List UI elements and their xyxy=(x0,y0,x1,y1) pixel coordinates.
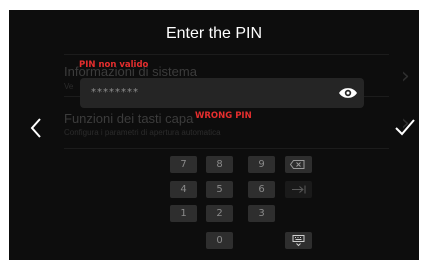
key-6[interactable]: 6 xyxy=(248,181,275,198)
keyboard-hide-icon xyxy=(292,235,305,247)
settings-item-title: Funzioni dei tasti capa xyxy=(64,111,194,126)
chevron-right-icon: › xyxy=(401,64,410,89)
key-9[interactable]: 9 xyxy=(248,156,275,173)
eye-icon[interactable] xyxy=(338,86,358,100)
key-7[interactable]: 7 xyxy=(170,156,197,173)
tab-key[interactable] xyxy=(285,181,312,198)
key-2[interactable]: 2 xyxy=(206,205,233,222)
settings-item-subtitle: Ve xyxy=(64,82,74,91)
tab-arrow-icon xyxy=(292,185,306,194)
dialog-title: Enter the PIN xyxy=(165,25,263,42)
backspace-key[interactable] xyxy=(285,156,312,173)
pin-input[interactable]: ******** xyxy=(80,78,364,108)
pin-input-value: ******** xyxy=(91,87,139,98)
error-message-invalid-pin: PIN non valido xyxy=(79,60,149,70)
error-message-wrong-pin: WRONG PIN xyxy=(195,111,252,121)
key-4[interactable]: 4 xyxy=(170,181,197,198)
confirm-check-icon[interactable] xyxy=(394,116,416,138)
key-8[interactable]: 8 xyxy=(206,156,233,173)
backspace-icon xyxy=(289,160,305,169)
key-0[interactable]: 0 xyxy=(206,232,233,249)
settings-item-subtitle: Configura i parametri di apertura automa… xyxy=(64,128,221,137)
back-chevron-icon[interactable] xyxy=(29,116,43,140)
key-1[interactable]: 1 xyxy=(170,205,197,222)
key-5[interactable]: 5 xyxy=(206,181,233,198)
key-3[interactable]: 3 xyxy=(248,205,275,222)
hide-keyboard-key[interactable] xyxy=(285,232,312,249)
pin-dialog-screen: Informazioni di sistema Ve › Funzioni de… xyxy=(9,10,419,260)
